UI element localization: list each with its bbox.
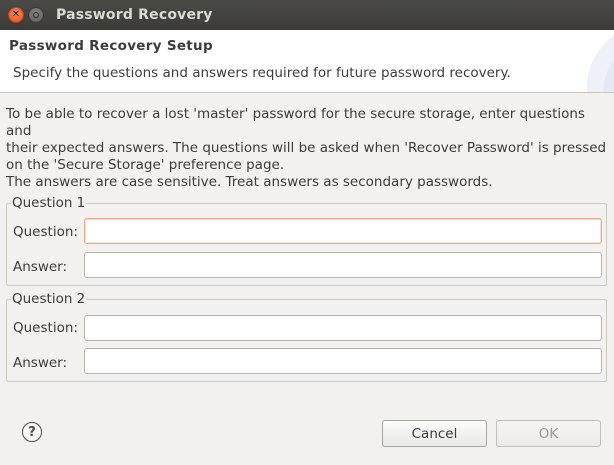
close-icon[interactable]: ✕	[8, 7, 24, 23]
ok-button[interactable]: OK	[496, 420, 601, 447]
answer-label: Answer:	[13, 259, 68, 275]
intro-line: their expected answers. The questions wi…	[6, 140, 607, 156]
banner-decoration	[587, 34, 614, 92]
help-icon[interactable]: ?	[22, 422, 42, 442]
dialog-window: ✕ Password Recovery Password Recovery Se…	[0, 0, 614, 465]
answer-1-input[interactable]	[84, 252, 602, 278]
banner-description: Specify the questions and answers requir…	[13, 65, 511, 81]
intro-text: To be able to recover a lost 'master' pa…	[6, 106, 610, 174]
group-label: Question 1	[11, 195, 87, 211]
cancel-button[interactable]: Cancel	[382, 420, 487, 447]
group-label: Question 2	[11, 291, 87, 307]
intro-line: on the 'Secure Storage' preference page.	[6, 157, 285, 173]
header-banner: Password Recovery Setup Specify the ques…	[0, 30, 614, 93]
question-label: Question:	[13, 320, 78, 336]
case-sensitivity-note: The answers are case sensitive. Treat an…	[6, 174, 493, 190]
title-bar[interactable]: ✕ Password Recovery	[0, 0, 614, 30]
window-title: Password Recovery	[56, 7, 213, 23]
intro-line: To be able to recover a lost 'master' pa…	[6, 106, 585, 139]
minimize-icon[interactable]	[28, 7, 44, 23]
question-2-input[interactable]	[84, 315, 602, 341]
banner-title: Password Recovery Setup	[9, 38, 213, 54]
question-label: Question:	[13, 224, 78, 240]
question-2-group: Question 2 Question: Answer:	[6, 291, 607, 382]
answer-label: Answer:	[13, 355, 68, 371]
question-1-input[interactable]	[84, 218, 602, 244]
question-1-group: Question 1 Question: Answer:	[6, 195, 607, 286]
answer-2-input[interactable]	[84, 348, 602, 374]
